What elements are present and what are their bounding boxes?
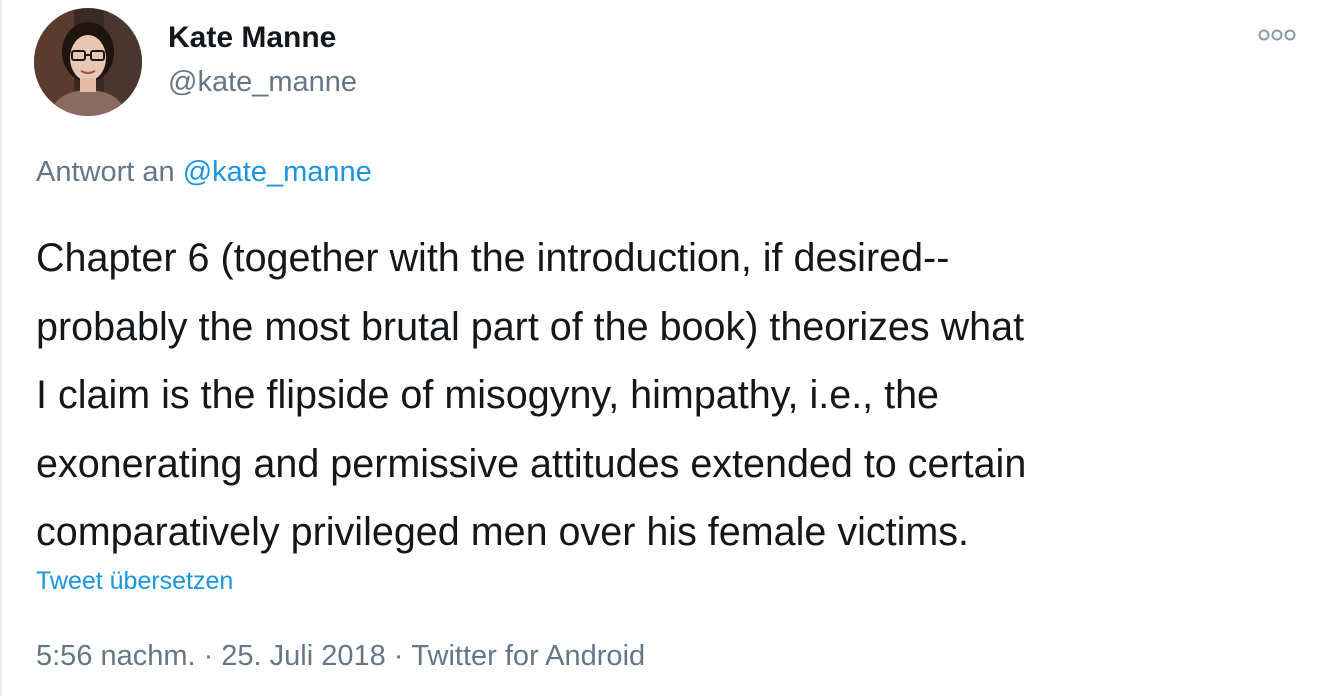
more-options-icon [1258, 29, 1296, 41]
tweet-source[interactable]: Twitter for Android [411, 640, 645, 672]
tweet-text: Chapter 6 (together with the introductio… [36, 236, 1027, 554]
reply-prefix: Antwort an [36, 156, 175, 188]
translate-tweet-link[interactable]: Tweet übersetzen [36, 565, 233, 597]
tweet-date[interactable]: 25. Juli 2018 [221, 640, 385, 672]
left-border [0, 0, 2, 696]
profile-photo-icon [34, 8, 142, 116]
meta-separator: · [203, 640, 214, 672]
author-block: Kate Manne @kate_manne [168, 20, 357, 100]
handle[interactable]: @kate_manne [168, 64, 357, 100]
avatar[interactable] [34, 8, 142, 116]
reply-context: Antwort an @kate_manne [36, 153, 372, 191]
tweet-meta: 5:56 nachm. · 25. Juli 2018 · Twitter for An… [36, 637, 645, 675]
tweet-time[interactable]: 5:56 nachm. [36, 640, 196, 672]
display-name[interactable]: Kate Manne [168, 20, 357, 56]
meta-separator: · [393, 640, 404, 672]
more-options-button[interactable] [1254, 20, 1300, 50]
reply-mention-link[interactable]: @kate_manne [183, 156, 372, 188]
